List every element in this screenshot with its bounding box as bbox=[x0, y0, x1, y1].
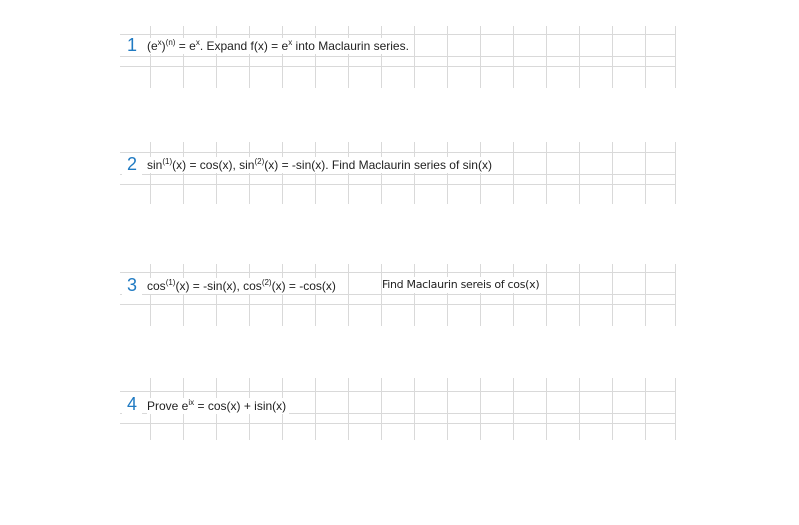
grid-lines bbox=[120, 142, 676, 204]
problem-extra-text: Find Maclaurin sereis of cos(x) bbox=[382, 277, 540, 293]
problem-text: Prove eix = cos(x) + isin(x) bbox=[147, 398, 290, 414]
problem-number: 3 bbox=[122, 275, 142, 296]
problem-number: 2 bbox=[122, 154, 142, 175]
problem-text: cos(1)(x) = -sin(x), cos(2)(x) = -cos(x) bbox=[147, 278, 339, 294]
problem-row-4: 4 Prove eix = cos(x) + isin(x) bbox=[0, 378, 799, 440]
problem-row-3: 3 cos(1)(x) = -sin(x), cos(2)(x) = -cos(… bbox=[0, 264, 799, 326]
problem-number: 1 bbox=[122, 35, 142, 56]
problem-row-2: 2 sin(1)(x) = cos(x), sin(2)(x) = -sin(x… bbox=[0, 142, 799, 204]
problem-number: 4 bbox=[122, 394, 142, 415]
grid-lines bbox=[120, 264, 676, 326]
problem-row-1: 1 (ex)(n) = ex. Expand f(x) = ex into Ma… bbox=[0, 26, 799, 88]
problem-text: sin(1)(x) = cos(x), sin(2)(x) = -sin(x).… bbox=[147, 157, 495, 173]
grid-lines bbox=[120, 26, 676, 88]
problem-text: (ex)(n) = ex. Expand f(x) = ex into Macl… bbox=[147, 38, 412, 54]
